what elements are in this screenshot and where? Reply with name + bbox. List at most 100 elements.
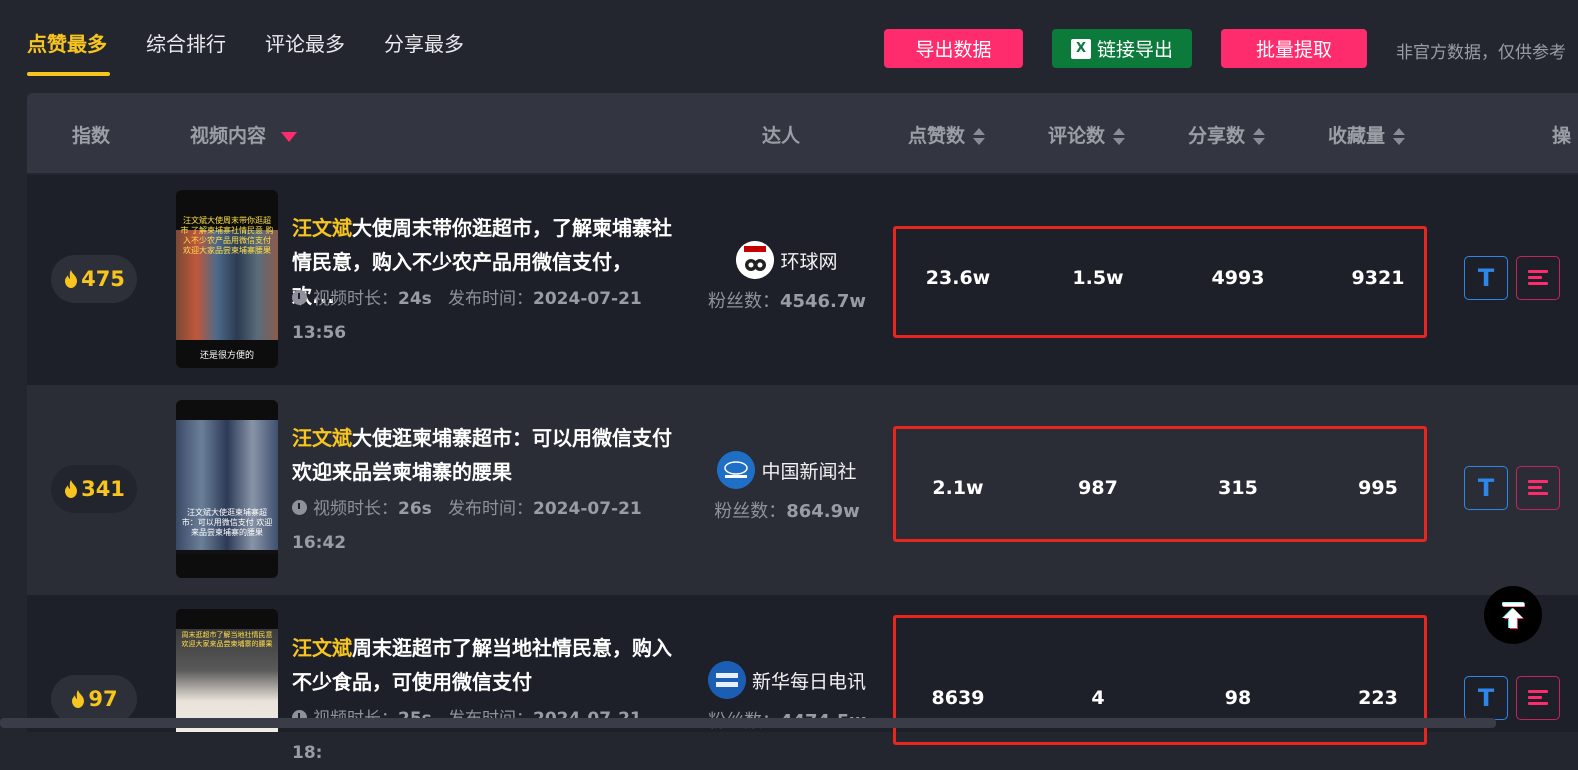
tab-overall-ranking[interactable]: 综合排行 [146,28,226,57]
flame-icon [63,479,79,499]
horizontal-scrollbar[interactable] [0,718,1496,728]
title-highlight: 汪文斌 [292,426,352,450]
table-row[interactable]: 97 周末逛超市了解当地社情民意 欢迎大家来品尝柬埔寨的腰果 汪文斌周末逛超市了… [27,595,1578,763]
heat-index-value: 341 [81,477,125,501]
fans-count: 粉丝数：4546.7w [697,287,877,313]
sort-desc-icon[interactable] [280,131,297,142]
author-name: 中国新闻社 [761,460,857,483]
excel-icon: X [1070,38,1091,59]
detail-list-button[interactable] [1516,466,1560,510]
heat-index-value: 97 [88,687,118,711]
fans-label: 粉丝数： [714,501,787,522]
sort-icon[interactable] [1393,127,1406,147]
detail-list-button[interactable] [1516,256,1560,300]
published-label: 发布时间： [448,499,533,519]
link-export-label: 链接导出 [1096,39,1173,61]
author-cell[interactable]: 环球网 粉丝数：4546.7w [697,241,877,313]
author-name: 新华每日电讯 [751,670,866,693]
column-author: 达人 [762,125,801,147]
table-row[interactable]: 341 汪文斌大使逛柬埔寨超市：可以用微信支付 欢迎来品尝柬埔寨的腰果 汪文斌大… [27,385,1578,595]
author-cell[interactable]: 中国新闻社 粉丝数：864.9w [697,451,877,523]
export-data-label: 导出数据 [915,39,992,61]
list-icon [1528,690,1548,706]
column-likes-label: 点赞数 [908,125,966,147]
list-icon [1528,480,1548,496]
likes-value: 2.1w [932,477,984,499]
fans-value: 4546.7w [779,291,867,312]
back-to-top-button[interactable] [1484,586,1542,644]
tab-most-likes[interactable]: 点赞最多 [27,28,107,57]
video-thumbnail[interactable]: 周末逛超市了解当地社情民意 欢迎大家来品尝柬埔寨的腰果 [176,609,278,732]
fans-label: 粉丝数： [707,291,780,312]
export-data-button[interactable]: 导出数据 [884,29,1023,68]
link-export-button[interactable]: X 链接导出 [1052,29,1192,68]
duration-label: 视频时长： [313,289,398,309]
duration-value: 26s [398,499,432,519]
heat-index-badge: 341 [51,465,137,513]
text-extract-button[interactable]: T [1464,676,1508,720]
batch-extract-button[interactable]: 批量提取 [1221,29,1367,68]
thumbnail-footer: 还是很方便的 [199,351,254,361]
heat-index-value: 475 [81,267,125,291]
sort-icon[interactable] [1253,127,1266,147]
shares-value: 4993 [1211,267,1265,289]
video-thumbnail[interactable]: 汪文斌大使周末带你逛超市 了解柬埔寨社情民意 购入不少农产品用微信支付 欢迎大家… [176,190,278,368]
column-actions: 操 [1552,125,1572,147]
batch-extract-label: 批量提取 [1255,39,1332,61]
duration-label: 视频时长： [313,499,398,519]
published-label: 发布时间： [448,289,533,309]
table-header: 指数 视频内容 达人 点赞数 评论数 分享数 收藏量 操 [27,93,1578,173]
text-extract-button[interactable]: T [1464,256,1508,300]
shares-value: 315 [1218,477,1258,499]
favorites-value: 9321 [1351,267,1405,289]
arrow-up-icon [1502,602,1525,629]
list-icon [1528,270,1548,286]
sort-icon[interactable] [1113,127,1126,147]
comments-value: 1.5w [1072,267,1124,289]
likes-value: 23.6w [925,267,991,289]
thumbnail-caption: 周末逛超市了解当地社情民意 欢迎大家来品尝柬埔寨的腰果 [181,631,273,648]
column-favorites[interactable]: 收藏量 [1328,121,1406,148]
video-title[interactable]: 汪文斌周末逛超市了解当地社情民意，购入不少食品，可使用微信支付 [292,631,672,699]
active-tab-indicator [27,72,110,76]
column-content[interactable]: 视频内容 [190,121,297,148]
video-thumbnail[interactable]: 汪文斌大使逛柬埔寨超市：可以用微信支付 欢迎来品尝柬埔寨的腰果 [176,400,278,578]
sort-icon[interactable] [973,127,986,147]
column-shares-label: 分享数 [1188,125,1246,147]
column-index: 指数 [72,125,111,147]
favorites-value: 995 [1358,477,1398,499]
video-meta: 视频时长：26s 发布时间：2024-07-21 16:42 [292,492,672,560]
avatar [707,661,746,699]
text-extract-button[interactable]: T [1464,466,1508,510]
heat-index-badge: 475 [51,255,137,303]
title-highlight: 汪文斌 [292,636,352,660]
fans-value: 864.9w [786,501,860,522]
column-comments[interactable]: 评论数 [1048,121,1126,148]
comments-value: 4 [1091,687,1105,709]
column-shares[interactable]: 分享数 [1188,121,1266,148]
title-highlight: 汪文斌 [292,216,352,240]
tab-most-shares[interactable]: 分享最多 [384,28,464,57]
column-content-label: 视频内容 [190,125,267,147]
comments-value: 987 [1078,477,1118,499]
flame-icon [70,689,86,709]
video-meta: 视频时长：24s 发布时间：2024-07-21 13:56 [292,282,672,350]
thumbnail-caption: 汪文斌大使周末带你逛超市 了解柬埔寨社情民意 购入不少农产品用微信支付 欢迎大家… [180,216,274,255]
column-likes[interactable]: 点赞数 [908,121,986,148]
flame-icon [63,269,79,289]
table-row[interactable]: 475 汪文斌大使周末带你逛超市 了解柬埔寨社情民意 购入不少农产品用微信支付 … [27,175,1578,385]
fans-count: 粉丝数：864.9w [697,497,877,523]
video-title[interactable]: 汪文斌大使逛柬埔寨超市：可以用微信支付 欢迎来品尝柬埔寨的腰果 [292,421,672,489]
detail-list-button[interactable] [1516,676,1560,720]
author-name: 环球网 [780,250,838,273]
column-comments-label: 评论数 [1048,125,1106,147]
tab-most-comments[interactable]: 评论最多 [265,28,345,57]
avatar [736,241,775,279]
avatar [717,451,756,489]
disclaimer-text: 非官方数据，仅供参考 [1396,43,1566,63]
top-bar: 点赞最多 综合排行 评论最多 分享最多 导出数据 X 链接导出 批量提取 非官方… [0,0,1578,92]
video-meta: 视频时长：25s 发布时间：2024-07-21 18: [292,702,672,770]
favorites-value: 223 [1358,687,1398,709]
column-favorites-label: 收藏量 [1328,125,1386,147]
thumbnail-caption: 汪文斌大使逛柬埔寨超市：可以用微信支付 欢迎来品尝柬埔寨的腰果 [181,508,273,537]
